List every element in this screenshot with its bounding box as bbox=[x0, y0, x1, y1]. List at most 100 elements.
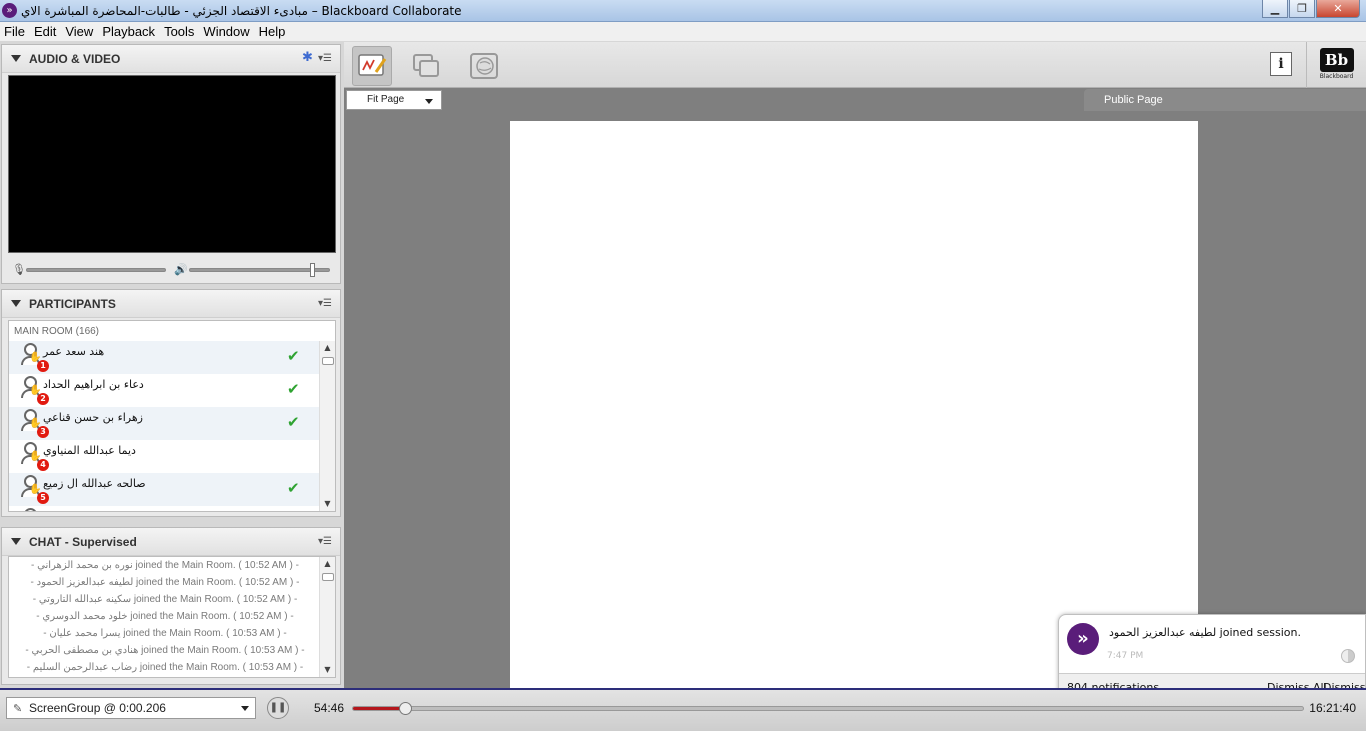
chat-message: - هنادي بن مصطفى الحربي joined the Main … bbox=[25, 645, 305, 656]
chat-message: - نوره بن محمد الزهراني joined the Main … bbox=[31, 560, 299, 571]
dropdown-arrow-icon bbox=[425, 99, 433, 104]
fit-page-label: Fit Page bbox=[367, 94, 405, 105]
content-toolbar: i Bb Blackboard bbox=[344, 42, 1366, 88]
collapse-triangle-icon[interactable] bbox=[11, 538, 21, 545]
app-share-button[interactable] bbox=[406, 46, 446, 86]
chat-message: - خلود محمد الدوسري joined the Main Room… bbox=[36, 611, 294, 622]
scroll-up-arrow-icon[interactable]: ▲ bbox=[320, 341, 335, 355]
participant-name: زهراء بن حسن قناعي bbox=[43, 411, 143, 424]
av-settings-icon[interactable]: ✱ bbox=[302, 51, 316, 65]
participants-scrollbar[interactable]: ▲ ▼ bbox=[319, 341, 335, 511]
close-button[interactable]: ✕ bbox=[1316, 0, 1360, 18]
hand-queue-badge: 2 bbox=[37, 393, 49, 405]
collapse-triangle-icon[interactable] bbox=[11, 300, 21, 307]
chat-message: - سكينه عبدالله التاروتي joined the Main… bbox=[32, 594, 298, 605]
panel-title: PARTICIPANTS bbox=[29, 296, 116, 311]
participant-name: ولاء بن عون الله المطيري bbox=[43, 510, 161, 511]
video-display bbox=[8, 75, 336, 253]
panel-menu-icon[interactable]: ▾☰ bbox=[318, 536, 332, 547]
whiteboard-stage: Fit Page Public Page bbox=[344, 88, 1366, 688]
scroll-up-arrow-icon[interactable]: ▲ bbox=[320, 557, 335, 571]
screengroup-dropdown[interactable]: ✎ ScreenGroup @ 0:00.206 bbox=[6, 697, 256, 719]
hand-queue-badge: 4 bbox=[37, 459, 49, 471]
room-list: MAIN ROOM (166) ✋ 1 هند سعد عمر ✔ ✋ 2 دعاء بن … bbox=[8, 320, 336, 512]
panel-menu-icon[interactable]: ▾☰ bbox=[318, 298, 332, 309]
chat-header[interactable]: CHAT - Supervised ▾☰ bbox=[2, 528, 340, 556]
scroll-down-arrow-icon[interactable]: ▼ bbox=[320, 663, 335, 677]
public-page-tab[interactable]: Public Page bbox=[1084, 89, 1366, 111]
timer-icon bbox=[1341, 649, 1355, 663]
notification-message: لطيفه عبدالعزيز الحمود joined session. bbox=[1109, 626, 1301, 639]
chat-message: - يسرا محمد عليان joined the Main Room. … bbox=[43, 628, 287, 639]
user-avatar-icon bbox=[21, 508, 41, 511]
pause-icon: ❚❚ bbox=[269, 702, 287, 713]
menu-bar: File Edit View Playback Tools Window Hel… bbox=[0, 22, 1366, 41]
app-share-icon bbox=[413, 54, 439, 77]
window-controls: ▁ ❐ ✕ bbox=[1261, 0, 1360, 18]
scroll-thumb[interactable] bbox=[322, 573, 334, 581]
menu-playback[interactable]: Playback bbox=[102, 24, 155, 39]
participants-header[interactable]: PARTICIPANTS ▾☰ bbox=[2, 290, 340, 318]
participant-row[interactable]: ✋ 2 دعاء بن ابراهيم الحداد ✔ bbox=[9, 374, 319, 407]
elapsed-time: 54:46 bbox=[314, 701, 345, 715]
checkmark-icon: ✔ bbox=[287, 347, 300, 365]
chat-panel: CHAT - Supervised ▾☰ - نوره بن محمد الزه… bbox=[1, 527, 341, 685]
collapse-triangle-icon[interactable] bbox=[11, 55, 21, 62]
blackboard-logo-icon: Bb bbox=[1319, 48, 1354, 72]
restore-button[interactable]: ❐ bbox=[1289, 0, 1315, 18]
scroll-thumb[interactable] bbox=[322, 357, 334, 365]
fit-page-dropdown[interactable]: Fit Page bbox=[346, 90, 442, 110]
hand-queue-badge: 1 bbox=[37, 360, 49, 372]
panel-menu-icon[interactable]: ▾☰ bbox=[318, 53, 332, 64]
total-time: 16:21:40 bbox=[1309, 701, 1356, 715]
participant-name: صالحه عبدالله ال زميع bbox=[43, 477, 146, 490]
whiteboard-page[interactable] bbox=[510, 121, 1198, 688]
playback-progress-bar[interactable] bbox=[352, 702, 1304, 715]
hand-queue-badge: 5 bbox=[37, 492, 49, 504]
web-tour-button[interactable] bbox=[464, 46, 504, 86]
blackboard-logo[interactable]: Bb Blackboard bbox=[1306, 42, 1366, 88]
participant-row[interactable]: ✋ 1 هند سعد عمر ✔ bbox=[9, 341, 319, 374]
whiteboard-button[interactable] bbox=[352, 46, 392, 86]
room-label: MAIN ROOM (166) bbox=[14, 326, 99, 337]
menu-view[interactable]: View bbox=[65, 24, 93, 39]
participant-name: ديما عبدالله المنياوي bbox=[43, 444, 136, 457]
close-icon: ✕ bbox=[1333, 2, 1343, 15]
participant-row[interactable]: ✋ 5 صالحه عبدالله ال زميع ✔ bbox=[9, 473, 319, 506]
speaker-icon[interactable]: 🔊 bbox=[174, 263, 188, 276]
menu-file[interactable]: File bbox=[4, 24, 25, 39]
window-title: مبادىء الاقتصاد الجزئي - طالبات-المحاضرة… bbox=[21, 4, 462, 18]
participant-row[interactable]: ✋ولاء بن عون الله المطيري✔ bbox=[9, 506, 319, 511]
hand-queue-badge: 3 bbox=[37, 426, 49, 438]
menu-window[interactable]: Window bbox=[203, 24, 249, 39]
menu-tools[interactable]: Tools bbox=[164, 24, 194, 39]
room-count: (166) bbox=[75, 326, 100, 337]
progress-knob[interactable] bbox=[399, 702, 413, 715]
screengroup-label: ScreenGroup @ 0:00.206 bbox=[29, 701, 166, 715]
chat-history: - نوره بن محمد الزهراني joined the Main … bbox=[8, 556, 336, 678]
minimize-icon: ▁ bbox=[1270, 2, 1280, 15]
participants-panel: PARTICIPANTS ▾☰ MAIN ROOM (166) ✋ 1 هند سع… bbox=[1, 289, 341, 517]
participant-name: هند سعد عمر bbox=[43, 345, 105, 358]
participant-row[interactable]: ✋ 3 زهراء بن حسن قناعي ✔ bbox=[9, 407, 319, 440]
progress-fill bbox=[353, 707, 406, 710]
panel-title: AUDIO & VIDEO bbox=[29, 51, 121, 66]
scroll-down-arrow-icon[interactable]: ▼ bbox=[320, 497, 335, 511]
room-name: MAIN ROOM bbox=[14, 326, 73, 337]
chat-scrollbar[interactable]: ▲ ▼ bbox=[319, 557, 335, 677]
menu-edit[interactable]: Edit bbox=[34, 24, 56, 39]
minimize-button[interactable]: ▁ bbox=[1262, 0, 1288, 18]
speaker-slider-thumb[interactable] bbox=[309, 263, 315, 277]
checkmark-icon: ✔ bbox=[287, 479, 300, 497]
pause-button[interactable]: ❚❚ bbox=[267, 697, 289, 719]
participant-row[interactable]: ✋ 4 ديما عبدالله المنياوي bbox=[9, 440, 319, 473]
participant-list: ✋ 1 هند سعد عمر ✔ ✋ 2 دعاء بن ابراهيم الحداد ✔ ✋… bbox=[9, 341, 319, 511]
checkmark-icon: ✔ bbox=[287, 380, 300, 398]
info-button[interactable]: i bbox=[1270, 52, 1292, 76]
mic-level-slider[interactable] bbox=[26, 268, 166, 272]
collaborate-logo-icon: » bbox=[1067, 623, 1099, 655]
audio-level-controls: 🎙 🔊 bbox=[10, 263, 332, 277]
microphone-icon[interactable]: 🎙 bbox=[12, 263, 26, 276]
menu-help[interactable]: Help bbox=[259, 24, 286, 39]
audio-video-header[interactable]: AUDIO & VIDEO ✱ ▾☰ bbox=[2, 45, 340, 73]
